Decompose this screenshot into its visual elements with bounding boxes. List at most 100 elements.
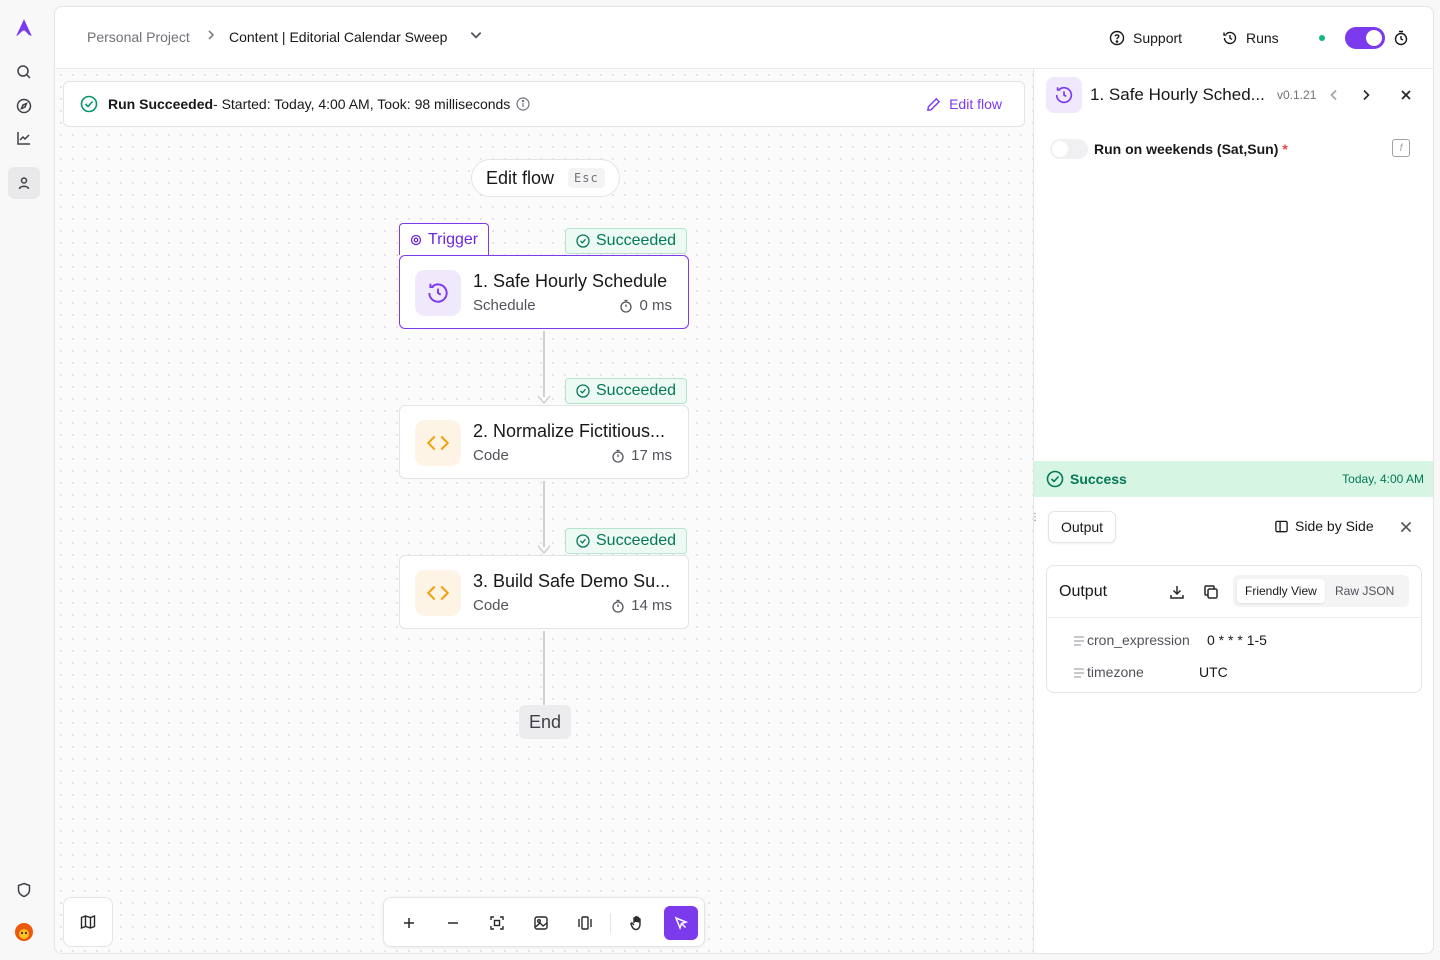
map-icon xyxy=(80,914,96,930)
history-icon xyxy=(1223,31,1237,45)
friendly-view-option[interactable]: Friendly View xyxy=(1237,579,1325,603)
breadcrumb-project[interactable]: Personal Project xyxy=(87,29,190,45)
raw-json-option[interactable]: Raw JSON xyxy=(1327,579,1402,603)
clock-icon xyxy=(1046,77,1082,113)
output-card: Output Friendly View Raw JSON cron_expre… xyxy=(1046,565,1422,693)
panel-title: 1. Safe Hourly Sched... xyxy=(1090,85,1265,104)
output-field: timezone UTC xyxy=(1074,664,1228,680)
user-icon[interactable] xyxy=(8,167,40,199)
step-title: 1. Safe Hourly Schedule xyxy=(473,271,668,291)
fit-view-icon[interactable] xyxy=(480,906,514,940)
text-lines-icon xyxy=(1074,668,1084,678)
step-node-code[interactable]: 2. Normalize Fictitious... Code 17 ms xyxy=(399,405,689,479)
chevron-down-icon[interactable] xyxy=(469,28,483,45)
status-label: Succeeded xyxy=(596,532,677,549)
app-logo-icon[interactable] xyxy=(8,12,40,44)
support-button[interactable]: Support xyxy=(1109,25,1182,51)
flow-canvas[interactable]: Run Succeeded - Started: Today, 4:00 AM,… xyxy=(55,69,1033,953)
step-status-badge: Succeeded xyxy=(565,378,688,404)
output-card-title: Output xyxy=(1059,583,1108,600)
trigger-label: Trigger xyxy=(428,230,479,248)
status-label: Succeeded xyxy=(596,382,677,399)
close-icon[interactable] xyxy=(1398,519,1414,535)
edit-flow-label: Edit flow xyxy=(949,96,1002,112)
copy-icon[interactable] xyxy=(1203,584,1219,600)
trigger-icon xyxy=(410,234,422,245)
image-export-icon[interactable] xyxy=(524,906,558,940)
stopwatch-icon xyxy=(612,599,624,613)
stopwatch-icon xyxy=(612,449,624,463)
zoom-out-icon[interactable] xyxy=(436,906,470,940)
chart-icon[interactable] xyxy=(8,122,40,154)
code-icon xyxy=(415,420,461,466)
chevron-right-icon[interactable] xyxy=(1356,85,1376,105)
status-dot xyxy=(1319,35,1325,41)
runs-label: Runs xyxy=(1246,30,1279,46)
side-by-side-label: Side by Side xyxy=(1295,518,1374,534)
formula-toggle-icon[interactable]: f xyxy=(1392,139,1410,157)
side-by-side-button[interactable]: Side by Side xyxy=(1274,518,1374,534)
chevron-left-icon[interactable] xyxy=(1324,85,1344,105)
step-type: Code xyxy=(473,597,509,614)
hand-pan-icon[interactable] xyxy=(620,906,654,940)
flow-title[interactable]: Content | Editorial Calendar Sweep xyxy=(229,29,447,45)
output-tab[interactable]: Output xyxy=(1048,511,1117,543)
download-icon[interactable] xyxy=(1169,584,1185,600)
step-details-panel: 1. Safe Hourly Sched... v0.1.21 Run on w… xyxy=(1030,69,1433,953)
step-duration-value: 14 ms xyxy=(631,597,672,614)
shield-icon[interactable] xyxy=(8,874,40,906)
edit-flow-pill[interactable]: Edit flow Esc xyxy=(471,159,620,197)
layout-icon[interactable] xyxy=(568,906,602,940)
step-duration-value: 0 ms xyxy=(639,297,672,314)
step-node-schedule[interactable]: 1. Safe Hourly Schedule Schedule 0 ms xyxy=(399,255,689,329)
required-mark: * xyxy=(1282,141,1288,157)
field-key: timezone xyxy=(1087,664,1144,680)
view-mode-toggle: Friendly View Raw JSON xyxy=(1233,575,1409,607)
columns-icon xyxy=(1275,520,1288,532)
text-lines-icon xyxy=(1074,636,1084,646)
step-duration-value: 17 ms xyxy=(631,447,672,464)
edit-flow-pill-label: Edit flow xyxy=(486,167,555,188)
check-circle-icon xyxy=(80,95,98,113)
step-type: Code xyxy=(473,447,509,464)
version-badge: v0.1.21 xyxy=(1277,88,1317,102)
info-icon[interactable] xyxy=(516,97,530,111)
resize-grip-icon[interactable]: ⋮ xyxy=(1030,511,1040,525)
trigger-tab: Trigger xyxy=(399,223,490,255)
compass-icon[interactable] xyxy=(8,90,40,122)
check-circle-icon xyxy=(1046,470,1064,488)
run-status-detail: - Started: Today, 4:00 AM, Took: 98 mill… xyxy=(213,96,511,112)
runs-button[interactable]: Runs xyxy=(1222,25,1279,51)
weekend-toggle[interactable] xyxy=(1050,139,1088,159)
step-status-badge: Succeeded xyxy=(565,228,688,254)
esc-key-hint: Esc xyxy=(568,168,605,188)
close-icon[interactable] xyxy=(1396,85,1416,105)
arrow-down-icon xyxy=(537,545,551,555)
field-value: UTC xyxy=(1199,664,1228,680)
weekend-label: Run on weekends (Sat,Sun) * xyxy=(1094,141,1288,157)
step-duration: 17 ms xyxy=(611,447,672,464)
edge-line xyxy=(543,331,545,397)
clock-icon xyxy=(415,270,461,316)
weekend-label-text: Run on weekends (Sat,Sun) xyxy=(1094,141,1279,157)
output-field: cron_expression 0 * * * 1-5 xyxy=(1074,632,1267,648)
run-status-label: Run Succeeded xyxy=(108,96,214,112)
step-duration: 14 ms xyxy=(611,597,672,614)
step-duration: 0 ms xyxy=(619,297,672,314)
timer-icon[interactable] xyxy=(1393,25,1409,51)
left-rail xyxy=(0,0,48,960)
edit-flow-button[interactable]: Edit flow xyxy=(926,96,1002,112)
avatar[interactable] xyxy=(8,916,40,948)
step-node-code[interactable]: 3. Build Safe Demo Su... Code 14 ms xyxy=(399,555,689,629)
flow-enabled-toggle[interactable] xyxy=(1345,27,1385,49)
output-card-header: Output Friendly View Raw JSON xyxy=(1047,566,1421,618)
flow-builder: Personal Project Content | Editorial Cal… xyxy=(54,6,1434,954)
edge-line xyxy=(543,481,545,547)
search-icon[interactable] xyxy=(8,56,40,88)
pointer-select-icon[interactable] xyxy=(664,906,698,940)
zoom-in-icon[interactable] xyxy=(392,906,426,940)
step-title: 3. Build Safe Demo Su... xyxy=(473,571,671,591)
top-bar: Personal Project Content | Editorial Cal… xyxy=(55,7,1433,69)
edge-line xyxy=(543,631,545,705)
minimap-button[interactable] xyxy=(63,897,113,947)
